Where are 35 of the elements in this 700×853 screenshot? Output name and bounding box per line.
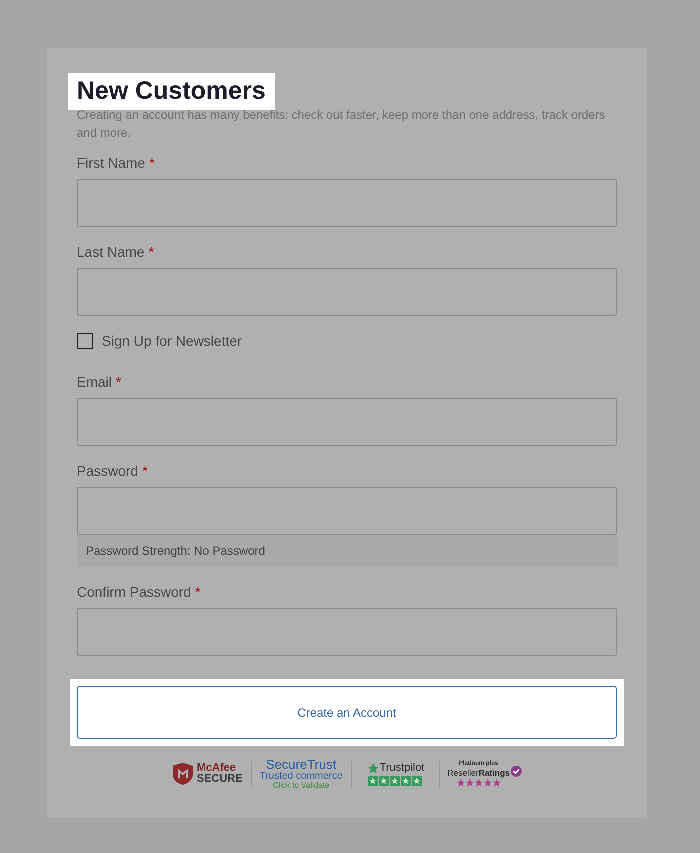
field-label: Password [77,462,138,480]
logo-text: SecureTrust [266,758,336,772]
check-badge-icon [511,766,522,776]
password-strength-meter: Password Strength: No Password [77,535,617,567]
password-input[interactable] [77,608,617,656]
logo-text: ResellerRatings [448,768,510,778]
field-label: Confirm Password [77,582,192,602]
star-icon [400,776,411,786]
checkbox-label: Sign Up for Newsletter [102,332,242,351]
required-asterisk: * [195,582,201,602]
checkbox[interactable] [77,333,93,349]
page-heading: New Customers [68,73,275,110]
star-icon [412,776,422,786]
required-asterisk: * [149,154,155,172]
required-asterisk: * [116,372,122,392]
create-account-button[interactable]: Create an Account [77,686,617,739]
required-asterisk: * [142,462,148,480]
field-label: Last Name [77,242,145,262]
logo-text: Trusted commerce [260,772,343,781]
text-input[interactable] [77,179,617,227]
star-icon [390,776,400,786]
logo-text: SECURE [196,774,243,785]
text-input[interactable] [77,268,617,316]
star-icon [368,762,379,774]
logo-text: Trustpilot [380,762,425,774]
intro-text: Creating an account has many benefits: check out faster, keep more than one address, track orders and more. [77,107,606,142]
required-asterisk: * [148,242,154,262]
star-icon [368,776,378,786]
field-label: Email [77,372,112,392]
email-input[interactable] [77,398,617,446]
field-label: First Name [77,154,146,172]
star-icon [378,776,389,786]
logo-text: McAfee [196,763,238,774]
password-input[interactable] [77,487,617,535]
shield-logo-icon [172,762,194,786]
